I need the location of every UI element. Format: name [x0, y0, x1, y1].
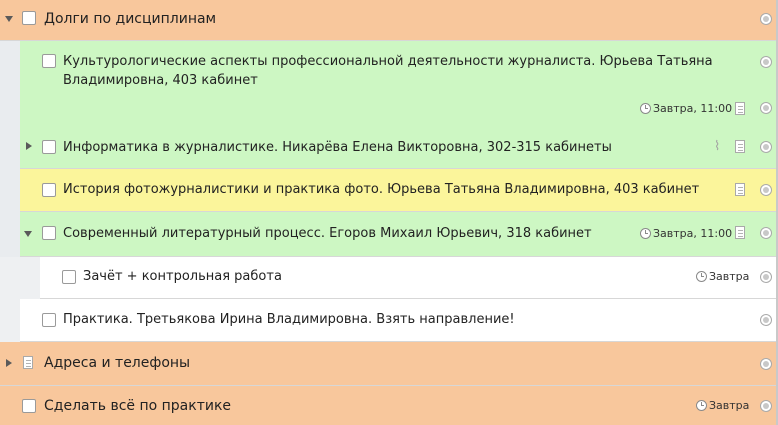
status-circle-icon[interactable] — [760, 358, 772, 370]
task-row-photojournalism[interactable]: История фотожурналистики и практика фото… — [0, 169, 778, 212]
expand-arrow-icon[interactable] — [26, 142, 32, 150]
attachment-icon[interactable]: ⌇ — [714, 140, 726, 154]
indent-gutter — [0, 257, 40, 299]
task-title: Долги по дисциплинам — [44, 11, 217, 27]
clock-icon — [640, 228, 651, 239]
clock-icon — [696, 271, 707, 282]
task-title-line2: Владимировна, 403 кабинет — [63, 73, 258, 88]
note-icon — [23, 356, 33, 369]
due-date: Завтра, 11:00 — [640, 226, 732, 242]
task-checkbox[interactable] — [22, 399, 36, 413]
collapse-arrow-icon[interactable] — [24, 231, 32, 237]
task-row-practice[interactable]: Практика. Третьякова Ирина Владимировна.… — [0, 299, 778, 342]
status-circle-icon[interactable] — [760, 56, 772, 68]
task-checkbox[interactable] — [42, 313, 56, 327]
collapse-arrow-icon[interactable] — [5, 16, 13, 22]
task-row-literature[interactable]: Современный литературный процесс. Егоров… — [0, 212, 778, 257]
task-row-addresses[interactable]: Адреса и телефоны — [0, 342, 778, 386]
due-date: Завтра, 11:00 — [640, 101, 732, 117]
task-title: История фотожурналистики и практика фото… — [63, 182, 700, 197]
note-icon[interactable] — [735, 140, 745, 153]
status-circle-icon[interactable] — [760, 13, 772, 25]
status-circle-icon[interactable] — [760, 227, 772, 239]
status-circle-icon[interactable] — [760, 314, 772, 326]
task-title: Современный литературный процесс. Егоров… — [63, 226, 592, 241]
clock-icon — [640, 103, 651, 114]
task-checkbox[interactable] — [42, 54, 56, 68]
task-row-debts[interactable]: Долги по дисциплинам — [0, 0, 778, 41]
task-checkbox[interactable] — [42, 226, 56, 240]
status-circle-icon[interactable] — [760, 400, 772, 412]
note-icon[interactable] — [735, 226, 745, 239]
task-checkbox[interactable] — [42, 183, 56, 197]
status-circle-icon[interactable] — [760, 271, 772, 283]
subtask-row-exam[interactable]: Зачёт + контрольная работа Завтра — [0, 257, 778, 299]
due-date: Завтра — [696, 269, 749, 285]
task-checkbox[interactable] — [62, 270, 76, 284]
task-row-informatics[interactable]: Информатика в журналистике. Никарёва Еле… — [0, 127, 778, 169]
clock-icon — [696, 400, 707, 411]
expand-arrow-icon[interactable] — [6, 359, 12, 367]
note-icon[interactable] — [735, 102, 745, 115]
task-title: Сделать всё по практике — [44, 398, 232, 414]
task-row-do-practice[interactable]: Сделать всё по практике Завтра — [0, 386, 778, 425]
status-circle-icon[interactable] — [760, 102, 772, 114]
task-checkbox[interactable] — [22, 11, 36, 25]
task-title: Зачёт + контрольная работа — [83, 269, 282, 284]
status-circle-icon[interactable] — [760, 184, 772, 196]
indent-gutter — [0, 299, 20, 342]
task-title-line1: Культурологические аспекты профессиональ… — [63, 54, 713, 69]
task-row-culture[interactable]: Культурологические аспекты профессиональ… — [0, 41, 778, 127]
due-date: Завтра — [696, 398, 749, 414]
task-checkbox[interactable] — [42, 140, 56, 154]
note-icon[interactable] — [735, 183, 745, 196]
task-title: Практика. Третьякова Ирина Владимировна.… — [63, 312, 515, 327]
task-title: Информатика в журналистике. Никарёва Еле… — [63, 140, 612, 155]
status-circle-icon[interactable] — [760, 141, 772, 153]
task-title: Адреса и телефоны — [44, 355, 191, 371]
